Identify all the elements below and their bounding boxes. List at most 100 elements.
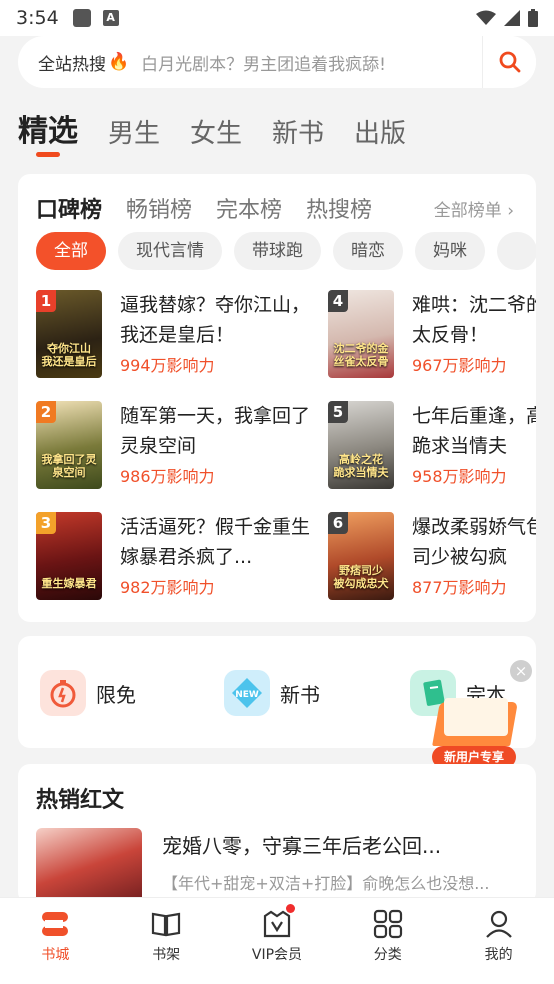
- book-cover: 5 高岭之花 跪求当情夫: [328, 401, 394, 489]
- category-icon: [373, 909, 402, 939]
- rank-badge: 1: [36, 290, 56, 312]
- status-bar: 3:54 A: [0, 0, 554, 36]
- book-title: 难哄：沈二爷的金丝雀太反骨！: [412, 294, 536, 346]
- cover-title: 沈二爷的金丝雀太反骨: [333, 342, 389, 368]
- category-chips: 全部 现代言情 带球跑 暗恋 妈咪: [36, 232, 536, 270]
- all-rankings-link[interactable]: 全部榜单 ›: [434, 196, 514, 221]
- hot-section-card: 热销红文 宠婚八零，守寡三年后老公回... 【年代+甜宠+双洁+打脸】俞晚怎么也…: [18, 764, 536, 904]
- bookshelf-icon: [152, 912, 181, 937]
- tab-new-books[interactable]: 新书: [272, 113, 324, 150]
- bookstore-icon: [42, 912, 69, 936]
- notification-dot: [285, 904, 295, 913]
- book-cover: 3 重生嫁暴君: [36, 512, 102, 600]
- book-influence: 994万影响力: [120, 356, 215, 375]
- book-cover: 4 沈二爷的金丝雀太反骨: [328, 290, 394, 378]
- tab-reputation-rank[interactable]: 口碑榜: [36, 192, 102, 224]
- search-bar[interactable]: 全站热搜 🔥 白月光剧本？男主团追着我疯舔!: [18, 36, 536, 88]
- book-title: 七年后重逢，高岭之花跪求当情夫: [412, 405, 536, 457]
- battery-icon: [528, 9, 538, 27]
- chip-more[interactable]: [497, 232, 536, 270]
- svg-text:NEW: NEW: [235, 690, 259, 700]
- book-influence: 982万影响力: [120, 578, 215, 597]
- book-cover[interactable]: [36, 828, 142, 904]
- book-title: 爆改柔弱娇气包，野痞司少被勾疯: [412, 516, 536, 568]
- book-title[interactable]: 宠婚八零，守寡三年后老公回...: [162, 830, 441, 859]
- cover-title: 夺你江山 我还是皇后: [41, 342, 97, 368]
- chip-modern-romance[interactable]: 现代言情: [118, 232, 222, 270]
- book-influence: 967万影响力: [412, 356, 507, 375]
- nav-bookshelf[interactable]: 书架: [111, 898, 222, 984]
- tab-male[interactable]: 男生: [108, 113, 160, 150]
- book-item[interactable]: 4 沈二爷的金丝雀太反骨 难哄：沈二爷的金丝雀太反骨！ 967万影响力: [328, 290, 536, 382]
- book-cover: 6 野痞司少 被勾成忠犬: [328, 512, 394, 600]
- nav-vip[interactable]: VIP会员: [222, 898, 333, 984]
- tab-featured[interactable]: 精选: [18, 106, 78, 157]
- book-title: 逼我替嫁？夺你江山，我还是皇后！: [120, 294, 311, 346]
- nav-label: 我的: [484, 947, 513, 963]
- chip-pregnant-escape[interactable]: 带球跑: [234, 232, 321, 270]
- cover-title: 重生嫁暴君: [41, 577, 97, 590]
- nav-profile[interactable]: 我的: [443, 898, 554, 984]
- new-tag-icon: NEW: [224, 670, 270, 716]
- section-title: 热销红文: [36, 788, 125, 813]
- chip-crush[interactable]: 暗恋: [333, 232, 403, 270]
- feature-free[interactable]: 限免: [40, 670, 136, 716]
- book-item[interactable]: 2 我拿回了灵泉空间 随军第一天，我拿回了灵泉空间 986万影响力: [36, 401, 336, 493]
- nav-category[interactable]: 分类: [332, 898, 443, 984]
- search-input[interactable]: 白月光剧本？男主团追着我疯舔!: [141, 50, 482, 75]
- top-tabs: 精选 男生 女生 新书 出版: [18, 106, 406, 157]
- rank-badge: 4: [328, 290, 348, 312]
- feature-new[interactable]: NEW 新书: [224, 670, 320, 716]
- stopwatch-icon: [40, 670, 86, 716]
- rank-badge: 2: [36, 401, 56, 423]
- fire-icon: 🔥: [108, 52, 130, 72]
- nav-label: 书城: [41, 947, 70, 963]
- book-influence: 877万影响力: [412, 578, 507, 597]
- tab-hot-search-rank[interactable]: 热搜榜: [306, 192, 372, 224]
- book-cover: 1 夺你江山 我还是皇后: [36, 290, 102, 378]
- wifi-icon: [476, 10, 496, 25]
- tab-female[interactable]: 女生: [190, 113, 242, 150]
- feature-label: 新书: [280, 682, 320, 707]
- search-icon: [499, 51, 520, 73]
- promo-book-page: [444, 698, 508, 736]
- book-title: 随军第一天，我拿回了灵泉空间: [120, 405, 311, 457]
- book-item[interactable]: 5 高岭之花 跪求当情夫 七年后重逢，高岭之花跪求当情夫 958万影响力: [328, 401, 536, 493]
- book-description: 【年代+甜宠+双洁+打脸】俞晚怎么也没想...: [162, 874, 490, 893]
- tab-publishing[interactable]: 出版: [354, 113, 406, 150]
- book-title: 活活逼死？假千金重生嫁暴君杀疯了...: [120, 516, 311, 568]
- notification-icon: [72, 9, 91, 27]
- feature-label: 限免: [96, 682, 136, 707]
- book-influence: 958万影响力: [412, 467, 507, 486]
- profile-icon: [485, 910, 512, 938]
- book-influence: 986万影响力: [120, 467, 215, 486]
- search-hot-label: 全站热搜: [38, 54, 106, 75]
- rank-badge: 3: [36, 512, 56, 534]
- notification-a-icon: A: [102, 10, 119, 26]
- book-item[interactable]: 3 重生嫁暴君 活活逼死？假千金重生嫁暴君杀疯了... 982万影响力: [36, 512, 336, 604]
- nav-bookstore[interactable]: 书城: [0, 898, 111, 984]
- book-item[interactable]: 6 野痞司少 被勾成忠犬 爆改柔弱娇气包，野痞司少被勾疯 877万影响力: [328, 512, 536, 604]
- cover-title: 野痞司少 被勾成忠犬: [333, 564, 389, 590]
- book-cover: 2 我拿回了灵泉空间: [36, 401, 102, 489]
- promo-close-button[interactable]: ×: [510, 660, 532, 682]
- tab-completed-rank[interactable]: 完本榜: [216, 192, 282, 224]
- chip-mommy[interactable]: 妈咪: [415, 232, 485, 270]
- tab-bestseller-rank[interactable]: 畅销榜: [126, 192, 192, 224]
- nav-label: 分类: [373, 947, 402, 963]
- signal-icon: [504, 10, 520, 26]
- nav-label: 书架: [152, 947, 181, 963]
- chip-all[interactable]: 全部: [36, 232, 106, 270]
- rank-badge: 6: [328, 512, 348, 534]
- status-time: 3:54: [16, 7, 59, 29]
- bottom-nav: 书城 书架 VIP会员 分类 我的: [0, 897, 554, 984]
- book-item[interactable]: 1 夺你江山 我还是皇后 逼我替嫁？夺你江山，我还是皇后！ 994万影响力: [36, 290, 336, 382]
- rank-badge: 5: [328, 401, 348, 423]
- new-user-promo[interactable]: 新用户专享: [430, 694, 522, 772]
- ranking-card: 口碑榜 畅销榜 完本榜 热搜榜 全部榜单 › 全部 现代言情 带球跑 暗恋 妈咪…: [18, 174, 536, 622]
- cover-title: 高岭之花 跪求当情夫: [333, 453, 389, 479]
- ranking-tabs: 口碑榜 畅销榜 完本榜 热搜榜: [36, 192, 372, 224]
- cover-title: 我拿回了灵泉空间: [41, 453, 97, 479]
- nav-label: VIP会员: [251, 947, 303, 963]
- search-button[interactable]: [482, 36, 536, 88]
